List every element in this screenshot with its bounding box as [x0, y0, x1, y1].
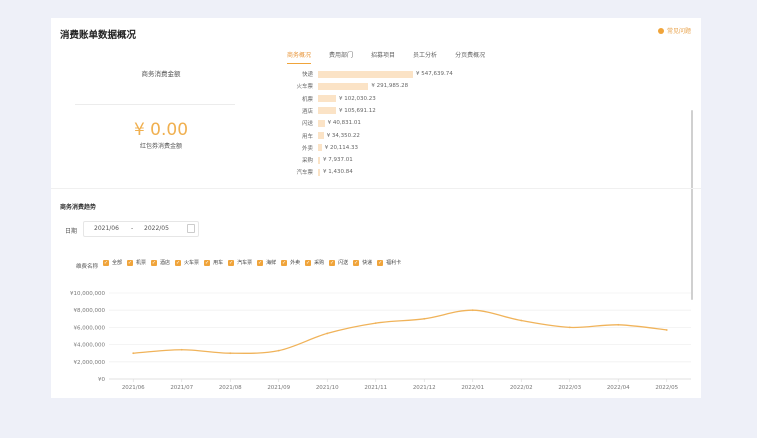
x-tick-label: 2021/07	[170, 385, 193, 391]
dashboard-card: 消费账单数据概况 常见问题 商务概况 费用部门 招募项目 员工分析 分页费概况 …	[51, 18, 701, 398]
data-point	[617, 323, 620, 326]
x-tick-label: 2022/05	[655, 385, 678, 391]
y-tick-label: ¥0	[98, 377, 105, 383]
data-point	[180, 348, 183, 351]
data-point	[423, 317, 426, 320]
data-point	[520, 319, 523, 322]
x-tick-label: 2022/01	[461, 385, 484, 391]
y-tick-label: ¥6,000,000	[74, 325, 106, 331]
data-point	[471, 309, 474, 312]
data-point	[326, 332, 329, 335]
x-tick-label: 2022/02	[510, 385, 533, 391]
data-point	[568, 326, 571, 329]
data-point	[132, 352, 135, 355]
data-point	[374, 322, 377, 324]
x-tick-label: 2021/08	[219, 385, 242, 391]
x-tick-label: 2021/09	[267, 385, 290, 391]
x-tick-label: 2021/10	[316, 385, 339, 391]
y-tick-label: ¥8,000,000	[74, 308, 106, 314]
trend-chart: ¥0 ¥2,000,000 ¥4,000,000 ¥6,000,000 ¥8,000,0…	[70, 291, 691, 391]
x-tick-label: 2022/04	[607, 385, 630, 391]
data-point	[229, 352, 232, 355]
x-tick-label: 2021/06	[122, 385, 145, 391]
data-point	[277, 349, 280, 352]
x-tick-label: 2022/03	[558, 385, 581, 391]
trend-line	[133, 309, 667, 354]
data-point	[665, 329, 668, 331]
x-tick-label: 2021/12	[413, 385, 436, 391]
x-tick-label: 2021/11	[364, 385, 387, 391]
y-tick-label: ¥2,000,000	[74, 360, 106, 366]
y-tick-label: ¥4,000,000	[74, 343, 106, 349]
y-tick-label: ¥10,000,000	[70, 291, 105, 297]
